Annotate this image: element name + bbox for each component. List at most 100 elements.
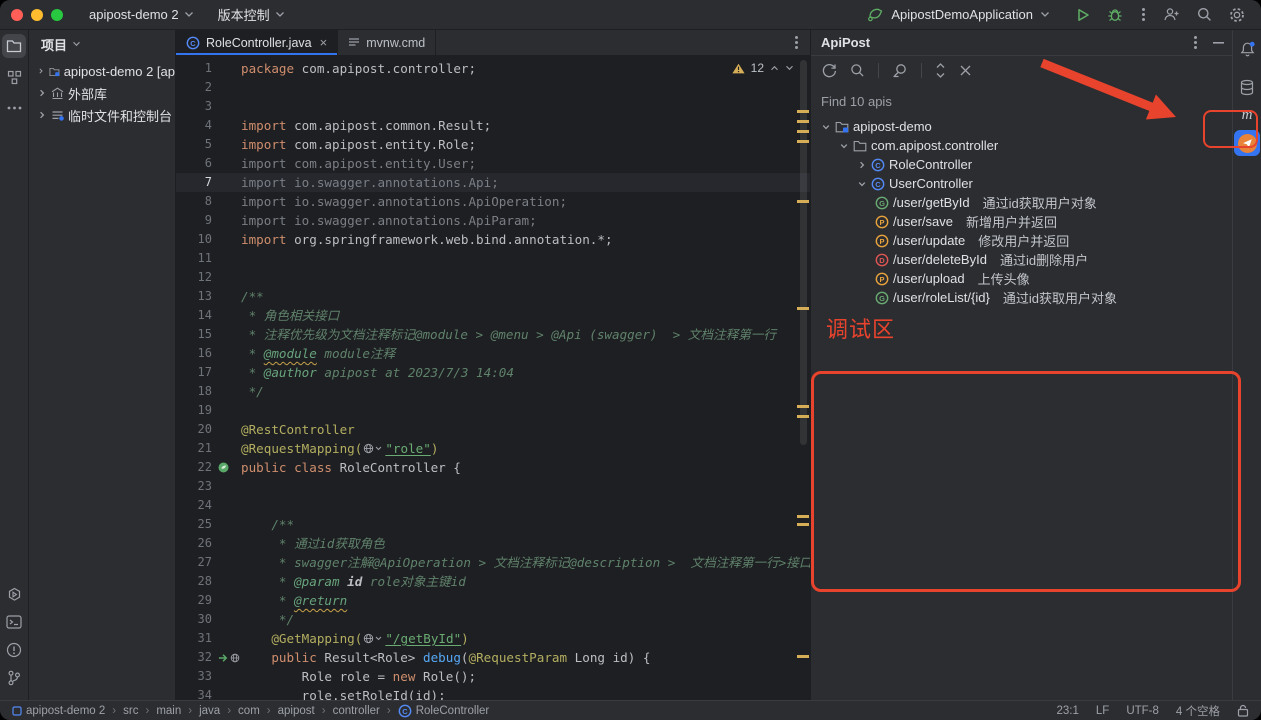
warning-stripe-mark[interactable] (797, 405, 809, 408)
warning-stripe-mark[interactable] (797, 655, 809, 658)
git-toolwindow-button[interactable] (2, 666, 26, 690)
notifications-button[interactable] (1233, 35, 1261, 63)
url-inlay-globe-icon[interactable] (363, 633, 382, 644)
breadcrumb-item[interactable]: apipost (278, 705, 315, 717)
code-with-me-icon[interactable] (1163, 7, 1180, 22)
zoom-window-button[interactable] (51, 9, 63, 21)
arrow-gutter-icon[interactable] (217, 648, 241, 667)
warning-stripe-mark[interactable] (797, 130, 809, 133)
maven-toolwindow-button[interactable]: m (1233, 101, 1261, 129)
warning-stripe-mark[interactable] (797, 307, 809, 310)
settings-gear-icon[interactable] (1229, 7, 1245, 23)
breadcrumb-item[interactable]: main (156, 705, 181, 717)
status-item[interactable]: 4 个空格 (1176, 703, 1220, 719)
prev-warning-icon[interactable] (770, 65, 779, 71)
database-toolwindow-button[interactable] (1233, 73, 1261, 101)
warning-stripe-mark[interactable] (797, 110, 809, 113)
line-number: 2 (176, 78, 217, 97)
editor-tab-mvnw.cmd[interactable]: mvnw.cmd (338, 30, 436, 55)
collapse-all-icon[interactable] (959, 64, 972, 77)
vcs-menu[interactable]: 版本控制 (218, 5, 285, 24)
terminal-toolwindow-button[interactable] (2, 610, 26, 634)
structure-toolwindow-button[interactable] (2, 65, 26, 89)
panel-options-menu[interactable] (1192, 34, 1199, 51)
chevron-down-icon (275, 11, 285, 18)
more-actions-menu[interactable] (1140, 6, 1147, 23)
left-tool-stripe (0, 30, 29, 700)
project-tree-item[interactable]: 临时文件和控制台 (29, 104, 175, 126)
breadcrumb-item[interactable]: java (199, 705, 220, 717)
breadcrumb-item[interactable]: CRoleController (398, 704, 490, 718)
api-tree: apipost-democom.apipost.controllerCRoleC… (811, 111, 1232, 307)
api-endpoint-row[interactable]: P/user/save新增用户并返回 (811, 212, 1232, 231)
warning-stripe-mark[interactable] (797, 515, 809, 518)
api-tree-node[interactable]: CRoleController (811, 155, 1232, 174)
api-endpoint-row[interactable]: P/user/upload上传头像 (811, 269, 1232, 288)
breadcrumb-item[interactable]: src (123, 705, 138, 717)
search-everywhere-icon[interactable] (1197, 7, 1212, 22)
status-item[interactable]: UTF-8 (1126, 705, 1159, 717)
services-toolwindow-button[interactable] (2, 582, 26, 606)
url-inlay-globe-icon[interactable] (363, 443, 382, 454)
tab-options-menu[interactable] (793, 34, 800, 51)
svg-text:C: C (190, 38, 196, 47)
breadcrumb-item[interactable]: controller (333, 705, 380, 717)
api-endpoint-row[interactable]: D/user/deleteById通过id删除用户 (811, 250, 1232, 269)
problems-toolwindow-button[interactable] (2, 638, 26, 662)
search-icon[interactable] (850, 63, 865, 78)
breadcrumb-item[interactable]: apipost-demo 2 (12, 705, 105, 717)
apipost-plugin-button[interactable] (1233, 129, 1261, 157)
project-tree-item[interactable]: apipost-demo 2 [ap (29, 60, 175, 82)
warning-stripe-mark[interactable] (797, 523, 809, 526)
gutter (217, 59, 241, 78)
locate-icon[interactable] (892, 63, 908, 78)
lock-button[interactable] (1237, 704, 1249, 717)
warning-stripe-mark[interactable] (797, 140, 809, 143)
project-toolwindow-button[interactable] (2, 34, 26, 58)
run-button[interactable] (1076, 8, 1090, 22)
run-configuration-select[interactable]: ApipostDemoApplication (867, 7, 1050, 22)
minimize-window-button[interactable] (31, 9, 43, 21)
api-endpoint-row[interactable]: G/user/roleList/{id}通过id获取用户对象 (811, 288, 1232, 307)
close-window-button[interactable] (11, 9, 23, 21)
code-line: 11 (176, 249, 810, 268)
next-warning-icon[interactable] (785, 65, 794, 71)
project-switcher[interactable]: apipost-demo 2 (89, 7, 194, 22)
inspection-widget[interactable]: 12 (732, 61, 794, 75)
warning-stripe-mark[interactable] (797, 120, 809, 123)
code-text: @RequestMapping("role") (241, 439, 438, 458)
code-editor[interactable]: 1package com.apipost.controller;234impor… (176, 56, 810, 700)
gutter (217, 420, 241, 439)
api-tree-node[interactable]: CUserController (811, 174, 1232, 193)
editor-tab-RoleController.java[interactable]: CRoleController.java× (176, 30, 338, 55)
refresh-icon[interactable] (822, 63, 837, 78)
breadcrumb-separator: › (322, 705, 326, 717)
hide-panel-icon[interactable] (1213, 42, 1224, 44)
api-endpoint-row[interactable]: P/user/update修改用户并返回 (811, 231, 1232, 250)
warning-stripe-mark[interactable] (797, 200, 809, 203)
close-tab-icon[interactable]: × (320, 35, 328, 50)
structure-icon (7, 70, 22, 85)
status-item[interactable]: 23:1 (1057, 705, 1079, 717)
gutter (217, 572, 241, 591)
breadcrumb-item[interactable]: com (238, 705, 260, 717)
editor-scrollbar[interactable] (800, 60, 807, 445)
more-toolwindows-button[interactable] (2, 96, 26, 120)
code-line: 18 */ (176, 382, 810, 401)
warning-stripe-mark[interactable] (797, 415, 809, 418)
api-endpoint-row[interactable]: G/user/getById通过id获取用户对象 (811, 193, 1232, 212)
project-tree-item[interactable]: 外部库 (29, 82, 175, 104)
endpoint-description: 通过id获取用户对象 (1003, 288, 1117, 307)
api-tree-node[interactable]: com.apipost.controller (811, 136, 1232, 155)
line-number: 24 (176, 496, 217, 515)
expand-all-icon[interactable] (935, 63, 946, 78)
line-number: 14 (176, 306, 217, 325)
status-item[interactable]: LF (1096, 705, 1109, 717)
bean-gutter-icon[interactable] (217, 458, 241, 477)
endpoint-description: 修改用户并返回 (978, 231, 1069, 250)
line-number: 12 (176, 268, 217, 287)
project-name: apipost-demo 2 (89, 7, 179, 22)
project-panel-header[interactable]: 项目 (29, 30, 175, 58)
api-tree-node[interactable]: apipost-demo (811, 117, 1232, 136)
debug-button[interactable] (1107, 7, 1123, 22)
